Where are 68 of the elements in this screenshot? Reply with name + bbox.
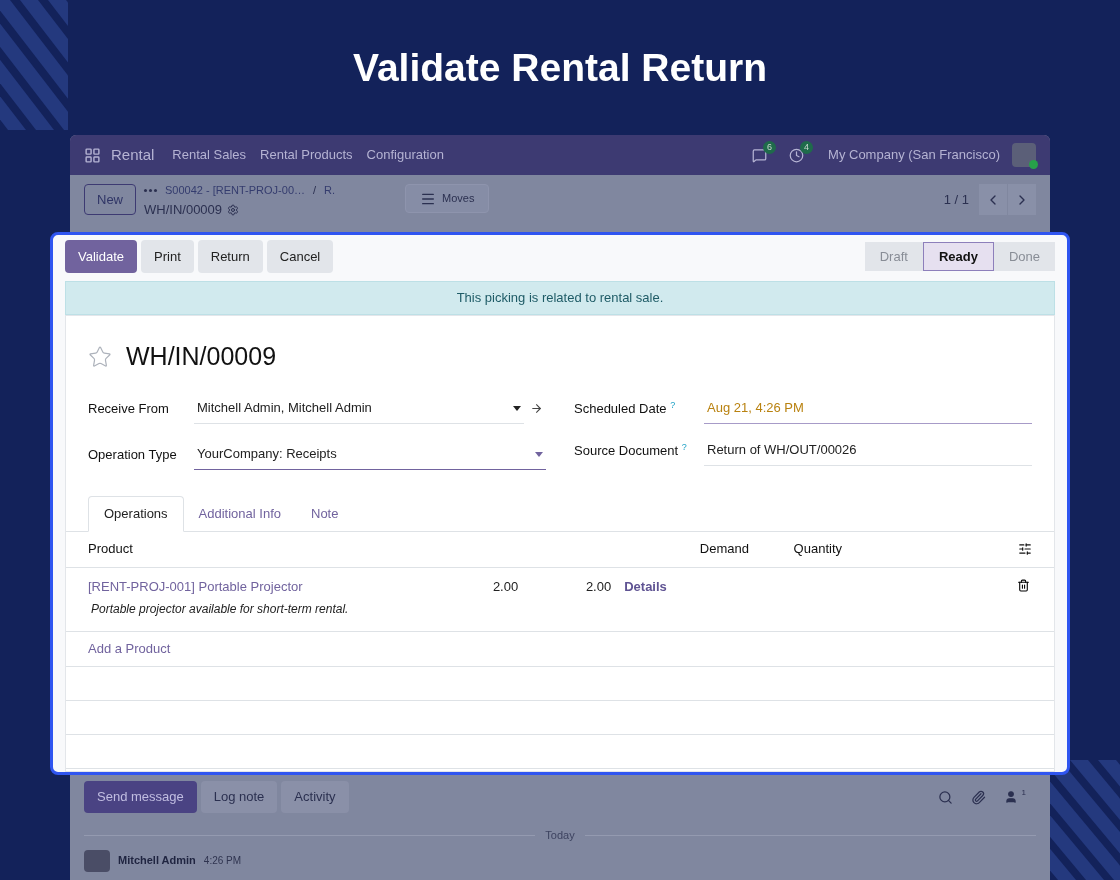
date-field[interactable]: Return of WH/OUT/00026 xyxy=(704,435,1032,466)
many2one-field[interactable]: Mitchell Admin, Mitchell Admin xyxy=(194,393,524,424)
details-link[interactable]: Details xyxy=(624,576,667,596)
delete-icon[interactable] xyxy=(1017,578,1030,592)
company-switcher[interactable]: My Company (San Francisco) xyxy=(828,145,1000,165)
field-label: Source Document $^{?}$ xyxy=(574,441,688,460)
form-tab[interactable]: Additional Info xyxy=(183,495,296,532)
settings-icon[interactable] xyxy=(1018,542,1032,556)
activities-count: 4 xyxy=(800,140,814,154)
breadcrumb-separator: / xyxy=(313,182,317,198)
status-step[interactable]: Done xyxy=(993,242,1055,271)
action-button[interactable]: Print xyxy=(141,240,194,273)
followers-icon[interactable] xyxy=(1003,790,1018,804)
moves-button[interactable]: Moves xyxy=(405,184,490,213)
search-icon[interactable] xyxy=(937,789,953,805)
record-name: WH/IN/00009 xyxy=(144,201,223,219)
new-button[interactable]: New xyxy=(84,184,136,215)
star-icon[interactable] xyxy=(88,344,112,369)
action-button[interactable]: Validate xyxy=(65,240,137,273)
menu-link[interactable]: Rental Sales xyxy=(172,145,247,165)
action-button[interactable]: Return xyxy=(197,240,263,273)
author-avatar xyxy=(84,849,110,872)
column-header: Quantity xyxy=(792,540,842,559)
message-time: 4:26 PM xyxy=(203,854,242,868)
chatter-button[interactable]: Log note xyxy=(200,781,278,813)
followers-count: 1 xyxy=(1021,787,1026,799)
breadcrumb-link[interactable]: R. xyxy=(324,181,336,199)
status-step[interactable]: Ready xyxy=(922,242,994,271)
previous-button[interactable] xyxy=(979,184,1007,215)
quantity-cell-text: 2.00 xyxy=(584,577,612,596)
product-description: Portable projector available for short-term rental. xyxy=(91,601,350,618)
demand-cell-text: 2.00 xyxy=(491,577,519,596)
arrow-right-icon[interactable] xyxy=(530,402,543,415)
messages-icon[interactable] xyxy=(752,147,768,163)
help-mark[interactable]: ? xyxy=(681,442,687,453)
page-heading: Validate Rental Return xyxy=(353,45,767,91)
message-author: Mitchell Admin xyxy=(118,853,196,869)
field-label: Operation Type xyxy=(88,445,178,464)
action-button[interactable]: Cancel xyxy=(266,240,334,273)
record-title: WH/IN/00009 xyxy=(126,341,277,372)
product-link[interactable]: [RENT-PROJ-001] Portable Projector xyxy=(88,576,439,596)
paperclip-icon[interactable] xyxy=(970,789,986,805)
date-divider: Today xyxy=(544,828,576,843)
form-tab[interactable]: Note xyxy=(296,495,354,532)
add-product-link[interactable]: Add a Product xyxy=(88,638,171,659)
app-name[interactable]: Rental xyxy=(111,143,155,167)
select-field[interactable]: YourCompany: Receipts xyxy=(194,439,546,470)
apps-menu-icon[interactable] xyxy=(84,146,101,164)
field-label: Receive From xyxy=(88,399,170,418)
chatter-button[interactable]: Activity xyxy=(281,781,349,813)
menu-link[interactable]: Configuration xyxy=(366,145,444,165)
status-step[interactable]: Draft xyxy=(864,242,923,271)
more-icon[interactable] xyxy=(144,188,157,192)
chatter-button[interactable]: Send message xyxy=(84,781,197,813)
column-header: Product xyxy=(88,540,134,559)
field-label: Scheduled Date $^{?}$ xyxy=(574,399,677,418)
form-tab[interactable]: Operations xyxy=(88,495,184,532)
pager-value: 1 / 1 xyxy=(943,191,969,209)
next-button[interactable] xyxy=(1008,184,1036,215)
messages-count: 6 xyxy=(763,140,777,154)
activities-icon[interactable] xyxy=(789,147,805,163)
menu-link[interactable]: Rental Products xyxy=(260,145,353,165)
date-field[interactable]: Aug 21, 4:26 PM xyxy=(704,393,1032,424)
help-mark[interactable]: ? xyxy=(670,400,676,411)
user-avatar[interactable] xyxy=(1012,143,1036,167)
info-alert: This picking is related to rental sale. xyxy=(65,281,1055,315)
breadcrumb-link[interactable]: S00042 - [RENT-PROJ-00… xyxy=(165,181,305,199)
column-header: Demand xyxy=(698,540,749,559)
